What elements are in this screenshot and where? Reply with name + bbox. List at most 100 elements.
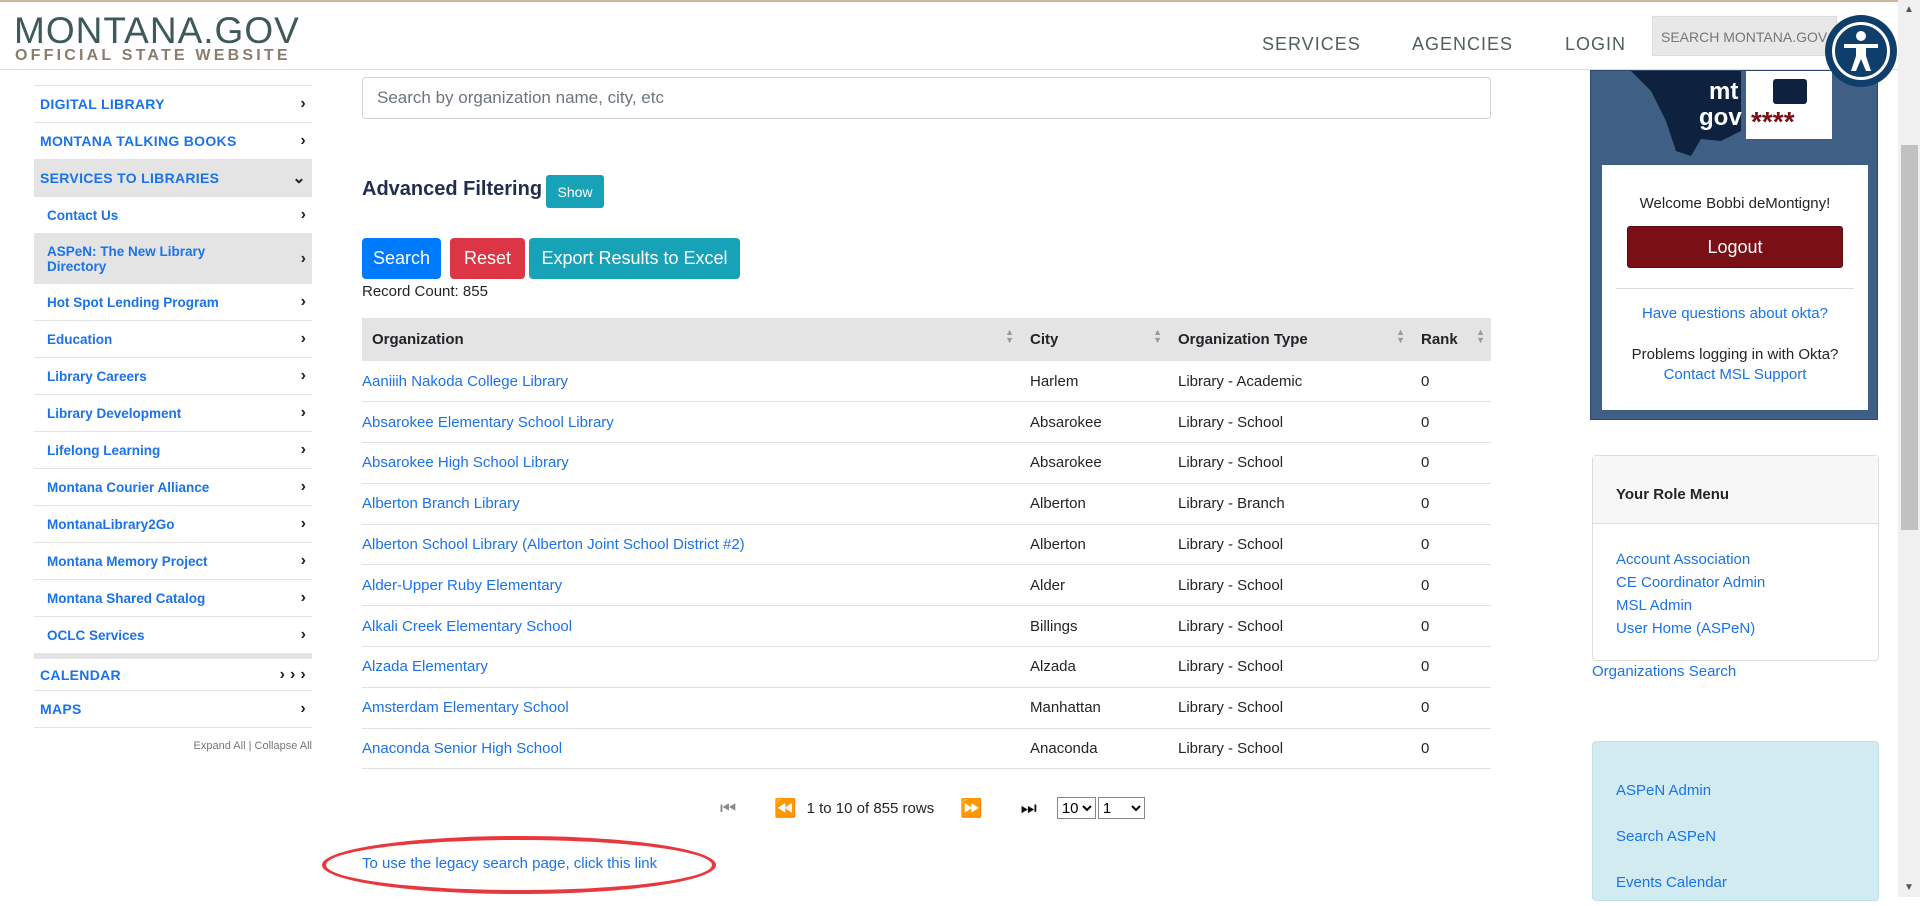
okta-questions-link[interactable]: Have questions about okta?	[1642, 305, 1828, 322]
organization-link[interactable]: Alberton Branch Library	[362, 495, 520, 512]
global-search-input[interactable]: SEARCH MONTANA.GOV	[1652, 16, 1837, 56]
chevron-right-icon[interactable]: ›	[301, 626, 306, 644]
sidebar-item-oclc-services[interactable]: OCLC Services ›	[34, 617, 312, 654]
collapse-all-link[interactable]: Collapse All	[255, 740, 312, 752]
sidebar-item-montana-memory-project[interactable]: Montana Memory Project ›	[34, 543, 312, 580]
accessibility-icon[interactable]	[1825, 15, 1897, 87]
sidebar-item-montana-shared-catalog[interactable]: Montana Shared Catalog ›	[34, 580, 312, 617]
organization-link[interactable]: Alkali Creek Elementary School	[362, 618, 572, 635]
sidebar-item-label: Education	[47, 331, 113, 347]
scroll-down-icon[interactable]: ▼	[1904, 882, 1914, 893]
chevron-right-icon[interactable]: ›	[301, 330, 306, 348]
organization-link[interactable]: Alberton School Library (Alberton Joint …	[362, 536, 745, 553]
scrollbar-thumb[interactable]	[1901, 145, 1918, 530]
show-filters-button[interactable]: Show	[546, 175, 604, 208]
sidebar-item-services-to-libraries[interactable]: SERVICES TO LIBRARIES ⌄	[34, 160, 312, 197]
sidebar-item-label: ASPeN: The New Library Directory	[47, 243, 206, 274]
expand-all-link[interactable]: Expand All	[194, 740, 246, 752]
next-page-icon[interactable]: ⏩	[960, 798, 982, 819]
sidebar-item-lifelong-learning[interactable]: Lifelong Learning ›	[34, 432, 312, 469]
last-page-icon[interactable]: ⏭	[1021, 798, 1037, 819]
sidebar-item-montana-talking-books[interactable]: MONTANA TALKING BOOKS ›	[34, 123, 312, 160]
chevron-right-icon[interactable]: ›	[301, 589, 306, 607]
aspen-admin-link[interactable]: ASPeN Admin	[1616, 768, 1855, 814]
nav-services[interactable]: SERVICES	[1262, 34, 1361, 55]
page-number-select[interactable]: 1	[1097, 797, 1145, 819]
organizations-search-link[interactable]: Organizations Search	[1592, 663, 1736, 680]
chevron-right-icon[interactable]: ›	[301, 293, 306, 311]
rank: 0	[1421, 617, 1430, 635]
organization-link[interactable]: Anaconda Senior High School	[362, 740, 562, 757]
sidebar-item-montanalibrary2go[interactable]: MontanaLibrary2Go ›	[34, 506, 312, 543]
sort-icon: ▲ ▼	[1396, 327, 1405, 345]
chevron-right-icon[interactable]: ›	[301, 367, 306, 385]
sidebar-item-label: Hot Spot Lending Program	[47, 294, 219, 310]
sidebar-item-contact-us[interactable]: Contact Us ›	[34, 197, 312, 234]
nav-agencies[interactable]: AGENCIES	[1412, 34, 1513, 55]
cell: Library - Academic	[1168, 361, 1411, 403]
rank: 0	[1421, 740, 1430, 758]
pager-text: 1 to 10 of 855 rows	[806, 799, 935, 817]
sidebar-item-hot-spot-lending-program[interactable]: Hot Spot Lending Program ›	[34, 284, 312, 321]
chevron-right-icon[interactable]: ›	[301, 441, 306, 459]
chevron-right-icon[interactable]: ›	[300, 95, 306, 113]
sidebar-item-digital-library[interactable]: DIGITAL LIBRARY ›	[34, 86, 312, 123]
role-user-home[interactable]: User Home (ASPeN)	[1616, 617, 1855, 640]
chevron-right-icon[interactable]: ›	[301, 478, 306, 496]
table-row: Aaniiih Nakoda College Library Harlem Libr…	[362, 361, 1491, 403]
role-ce-coordinator-admin[interactable]: CE Coordinator Admin	[1616, 571, 1855, 594]
sidebar-item-montana-courier-alliance[interactable]: Montana Courier Alliance ›	[34, 469, 312, 506]
first-page-icon[interactable]: ⏮	[720, 798, 736, 819]
welcome-text: Welcome Bobbi deMontigny!	[1639, 195, 1831, 212]
cell: 0	[1411, 401, 1491, 444]
rank: 0	[1421, 372, 1430, 390]
chevron-down-icon[interactable]: ⌄	[292, 168, 306, 188]
sidebar-item-maps[interactable]: MAPS ›	[34, 691, 312, 728]
organization-link[interactable]: Aaniiih Nakoda College Library	[362, 373, 568, 390]
role-msl-admin[interactable]: MSL Admin	[1616, 594, 1855, 617]
organization-type: Library - School	[1178, 576, 1284, 594]
scroll-up-icon[interactable]: ▲	[1904, 4, 1914, 15]
sidebar-item-aspen-the-new-library-directory[interactable]: ASPeN: The New Library Directory ›	[34, 234, 312, 284]
chevron-right-icon[interactable]: ›	[300, 700, 306, 718]
svg-text:mt: mt	[1709, 78, 1738, 105]
previous-page-icon[interactable]: ⏪	[774, 798, 796, 819]
events-calendar-link[interactable]: Events Calendar	[1616, 860, 1855, 906]
column-city[interactable]: City ▲ ▼	[1020, 318, 1168, 361]
organization-link[interactable]: Alzada Elementary	[362, 658, 488, 675]
nav-login[interactable]: LOGIN	[1565, 34, 1626, 55]
cell: Billings	[1020, 605, 1168, 648]
sidebar-item-library-careers[interactable]: Library Careers ›	[34, 358, 312, 395]
logout-button[interactable]: Logout	[1627, 226, 1843, 268]
column-rank[interactable]: Rank ▲ ▼	[1411, 318, 1491, 361]
chevron-right-icon[interactable]: › › ›	[280, 666, 306, 684]
organization-link[interactable]: Alder-Upper Ruby Elementary	[362, 577, 562, 594]
chevron-right-icon[interactable]: ›	[301, 515, 306, 533]
export-excel-button[interactable]: Export Results to Excel	[529, 238, 740, 279]
chevron-right-icon[interactable]: ›	[301, 206, 306, 224]
logo-title[interactable]: MONTANA.GOV	[14, 10, 300, 52]
svg-text:gov: gov	[1699, 104, 1742, 131]
chevron-right-icon[interactable]: ›	[300, 132, 306, 150]
search-aspen-link[interactable]: Search ASPeN	[1616, 814, 1855, 860]
sidebar-item-education[interactable]: Education ›	[34, 321, 312, 358]
sidebar-item-library-development[interactable]: Library Development ›	[34, 395, 312, 432]
organization-link[interactable]: Absarokee Elementary School Library	[362, 414, 614, 431]
chevron-right-icon[interactable]: ›	[301, 250, 306, 268]
sidebar-item-calendar[interactable]: CALENDAR › › ›	[34, 654, 312, 691]
contact-support-link[interactable]: Contact MSL Support	[1602, 366, 1868, 383]
cell: Harlem	[1020, 361, 1168, 403]
organization-link[interactable]: Amsterdam Elementary School	[362, 699, 569, 716]
page-size-select[interactable]: 10	[1056, 797, 1096, 819]
chevron-right-icon[interactable]: ›	[301, 552, 306, 570]
cell: Absarokee Elementary School Library	[362, 401, 1020, 444]
column-organization[interactable]: Organization ▲ ▼	[362, 318, 1020, 361]
column-organization-type[interactable]: Organization Type ▲ ▼	[1168, 318, 1411, 361]
reset-button[interactable]: Reset	[450, 238, 525, 279]
organization-search-input[interactable]: Search by organization name, city, etc	[362, 77, 1491, 119]
organization-link[interactable]: Absarokee High School Library	[362, 454, 569, 471]
sidebar-item-label: DIGITAL LIBRARY	[40, 96, 165, 112]
role-account-association[interactable]: Account Association	[1616, 548, 1855, 571]
chevron-right-icon[interactable]: ›	[301, 404, 306, 422]
search-button[interactable]: Search	[362, 238, 441, 279]
